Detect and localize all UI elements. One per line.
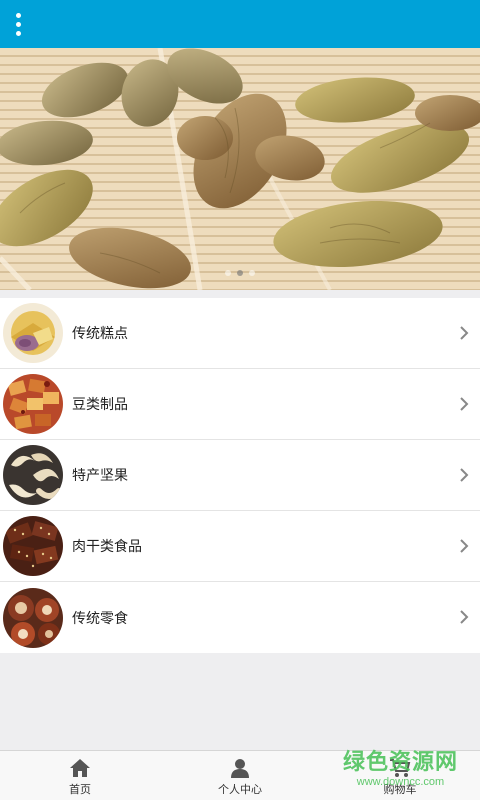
mooncake-photo [3,303,63,363]
list-item-jerky[interactable]: 肉干类食品 [0,511,480,582]
home-icon [70,759,90,777]
list-item-label: 特产坚果 [72,468,128,484]
category-list: 传统糕点 豆类制品 特产坚果 肉干类食品 传统零食 [0,298,480,653]
chevron-right-icon [460,610,469,624]
tab-cart[interactable]: 购物车 [320,751,480,800]
list-item-label: 传统糕点 [72,326,128,342]
cart-icon [390,759,411,777]
chevron-right-icon [460,539,469,553]
banner-carousel[interactable] [0,48,480,290]
top-app-bar [0,0,480,48]
tab-home[interactable]: 首页 [0,751,160,800]
carousel-dot[interactable] [249,270,255,276]
bottom-tab-bar: 首页 个人中心 购物车 [0,750,480,800]
jerky-photo [3,516,63,576]
list-item-label: 肉干类食品 [72,539,142,555]
list-item-traditional-snacks[interactable]: 传统零食 [0,582,480,653]
more-vertical-icon[interactable] [8,8,28,40]
tofu-photo [3,374,63,434]
list-item-specialty-nuts[interactable]: 特产坚果 [0,440,480,511]
list-item-label: 豆类制品 [72,397,128,413]
raisins-photo [0,48,480,290]
tab-profile[interactable]: 个人中心 [160,751,320,800]
list-item-traditional-pastry[interactable]: 传统糕点 [0,298,480,369]
tab-cart-label: 购物车 [383,783,417,796]
tab-home-label: 首页 [69,783,91,796]
chevron-right-icon [460,326,469,340]
carousel-dot[interactable] [225,270,231,276]
carousel-dot[interactable] [237,270,243,276]
mushroom-snack-photo [3,587,63,648]
user-icon [231,759,249,778]
carousel-indicator [0,270,480,276]
list-item-bean-products[interactable]: 豆类制品 [0,369,480,440]
cashew-photo [3,445,63,505]
chevron-right-icon [460,468,469,482]
list-item-label: 传统零食 [72,610,128,627]
chevron-right-icon [460,397,469,411]
tab-profile-label: 个人中心 [218,783,262,796]
